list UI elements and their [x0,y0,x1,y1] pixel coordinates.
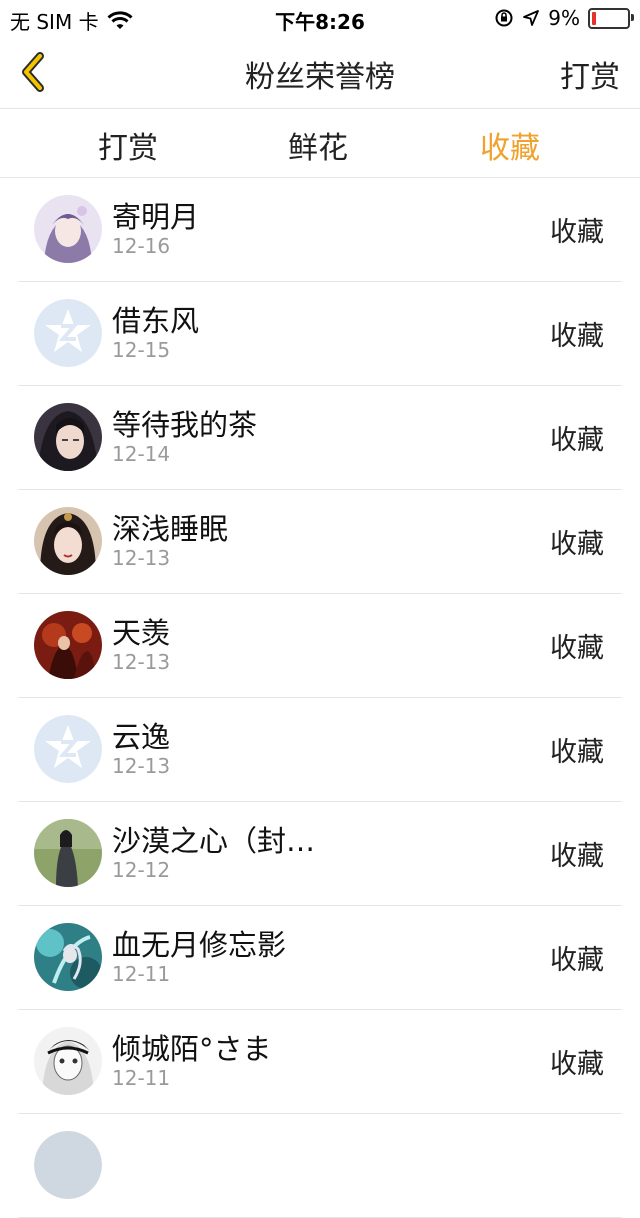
default-star-avatar [34,299,102,367]
fan-date: 12-16 [112,234,171,258]
battery-icon [588,7,634,29]
reward-button[interactable]: 打赏 [560,52,620,96]
list-item[interactable]: 天羡 12-13 收藏 [0,594,640,698]
fan-date: 12-15 [112,338,171,362]
fan-date: 12-14 [112,442,171,466]
default-star-avatar [34,715,102,783]
avatar [34,611,102,679]
fan-name: 寄明月 [112,200,200,234]
list-item[interactable]: 借东风 12-15 收藏 [0,282,640,386]
fan-name: 借东风 [112,304,200,338]
avatar [34,403,102,471]
list-item[interactable]: 倾城陌°さま 12-11 收藏 [0,1010,640,1114]
status-right: 9% [494,6,634,30]
fan-date: 12-11 [112,1066,171,1090]
fan-date: 12-13 [112,754,171,778]
avatar [34,1027,102,1095]
fan-date: 12-13 [112,546,171,570]
avatar [34,923,102,991]
fan-date: 12-11 [112,962,171,986]
list-item[interactable]: 血无月修忘影 12-11 收藏 [0,906,640,1010]
action-label: 收藏 [550,529,604,560]
action-label: 收藏 [550,321,604,352]
action-label: 收藏 [550,633,604,664]
list-item[interactable]: 深浅睡眠 12-13 收藏 [0,490,640,594]
fan-date: 12-13 [112,650,171,674]
location-arrow-icon [523,10,540,26]
fan-name: 血无月修忘影 [112,928,287,962]
action-label: 收藏 [550,841,604,872]
fan-name: 云逸 [112,720,171,754]
battery-level [592,11,596,25]
list-item[interactable]: 寄明月 12-16 收藏 [0,178,640,282]
avatar [34,195,102,263]
avatar [34,1131,102,1199]
list-item-partial[interactable] [0,1114,640,1218]
list-item[interactable]: 云逸 12-13 收藏 [0,698,640,802]
fan-date: 12-12 [112,858,171,882]
list-item[interactable]: 沙漠之心（封… 12-12 收藏 [0,802,640,906]
tab-reward[interactable]: 打赏 [68,123,188,167]
fan-name: 深浅睡眠 [112,512,229,546]
fan-name: 倾城陌°さま [112,1032,272,1066]
tab-favorites[interactable]: 收藏 [450,123,570,167]
status-bar: 无 SIM 卡 下午8:26 9% [0,0,640,36]
orientation-lock-icon [495,9,513,27]
action-label: 收藏 [550,1049,604,1080]
fan-name: 天羡 [112,616,171,650]
avatar [34,819,102,887]
battery-percent: 9% [548,6,580,30]
avatar [34,507,102,575]
action-label: 收藏 [550,945,604,976]
action-label: 收藏 [550,217,604,248]
action-label: 收藏 [550,425,604,456]
list-item[interactable]: 等待我的茶 12-14 收藏 [0,386,640,490]
navigation-bar: 粉丝荣誉榜 打赏 [0,36,640,109]
page-title: 粉丝荣誉榜 [245,60,395,95]
tab-flowers[interactable]: 鲜花 [258,123,378,167]
action-label: 收藏 [550,737,604,768]
tab-bar: 打赏 鲜花 收藏 [0,109,640,178]
fan-name: 沙漠之心（封… [112,824,316,858]
fan-name: 等待我的茶 [112,408,258,442]
